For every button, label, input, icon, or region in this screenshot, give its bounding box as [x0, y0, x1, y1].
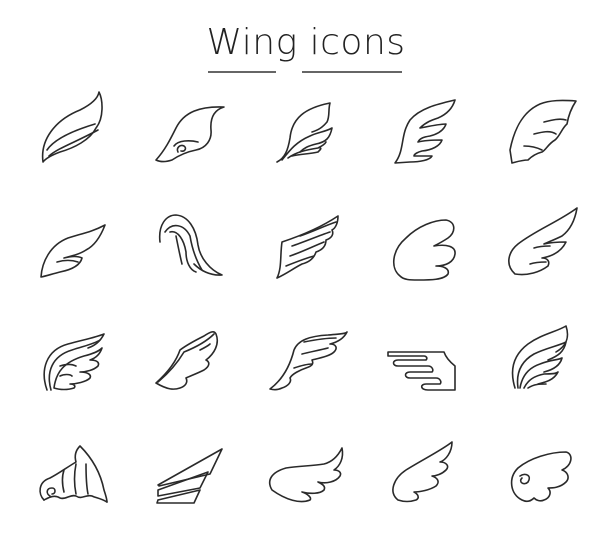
- wing-swirl-icon: [155, 106, 225, 163]
- wing-simple-leaf-icon: [40, 224, 106, 278]
- wing-layered-curved-icon: [41, 91, 103, 163]
- wing-feathered-angled-icon: [394, 99, 456, 164]
- wing-tall-feathered-icon: [511, 325, 569, 389]
- wing-geometric-stripes-icon: [156, 448, 223, 504]
- wing-straight-feathers-icon: [276, 215, 339, 279]
- wing-cartoon-pointed-icon: [508, 207, 578, 276]
- wing-folded-arch-icon: [158, 214, 223, 276]
- wing-striped-sweep-icon: [269, 331, 348, 391]
- wing-scalloped-icon: [155, 331, 219, 390]
- wing-horizontal-cartoon-icon: [268, 447, 344, 503]
- wing-double-outline-feathers-icon: [43, 333, 105, 391]
- icon-grid: [39, 91, 578, 504]
- wing-bat-icon: [509, 99, 577, 164]
- wing-cartoon-round-icon: [393, 219, 456, 281]
- wing-dragon-curl-icon: [39, 445, 108, 503]
- wing-angel-pointed-icon: [392, 441, 453, 503]
- wing-curly-cherub-icon: [510, 451, 572, 503]
- wing-feathered-flowing-icon: [276, 102, 333, 163]
- wing-horizontal-block-icon: [387, 351, 456, 391]
